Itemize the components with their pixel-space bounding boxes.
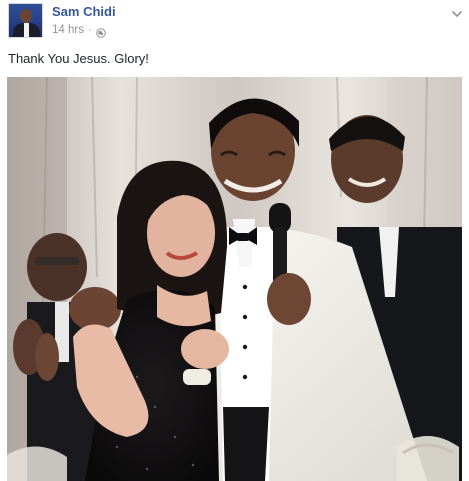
meta-separator: · xyxy=(87,24,92,36)
avatar[interactable] xyxy=(8,3,43,38)
author-name[interactable]: Sam Chidi xyxy=(52,4,116,20)
avatar-shirt xyxy=(24,23,29,37)
post-text: Thank You Jesus. Glory! xyxy=(8,51,149,66)
post-photo-illustration xyxy=(7,77,462,481)
facebook-post: Sam Chidi 14 hrs · Thank You Jesus. Glor… xyxy=(0,0,469,481)
post-photo[interactable] xyxy=(7,77,462,481)
post-timestamp[interactable]: 14 hrs xyxy=(52,23,84,37)
post-meta: 14 hrs · xyxy=(52,23,106,38)
avatar-face xyxy=(20,9,32,23)
globe-icon xyxy=(95,25,106,38)
chevron-down-icon[interactable] xyxy=(451,6,463,17)
